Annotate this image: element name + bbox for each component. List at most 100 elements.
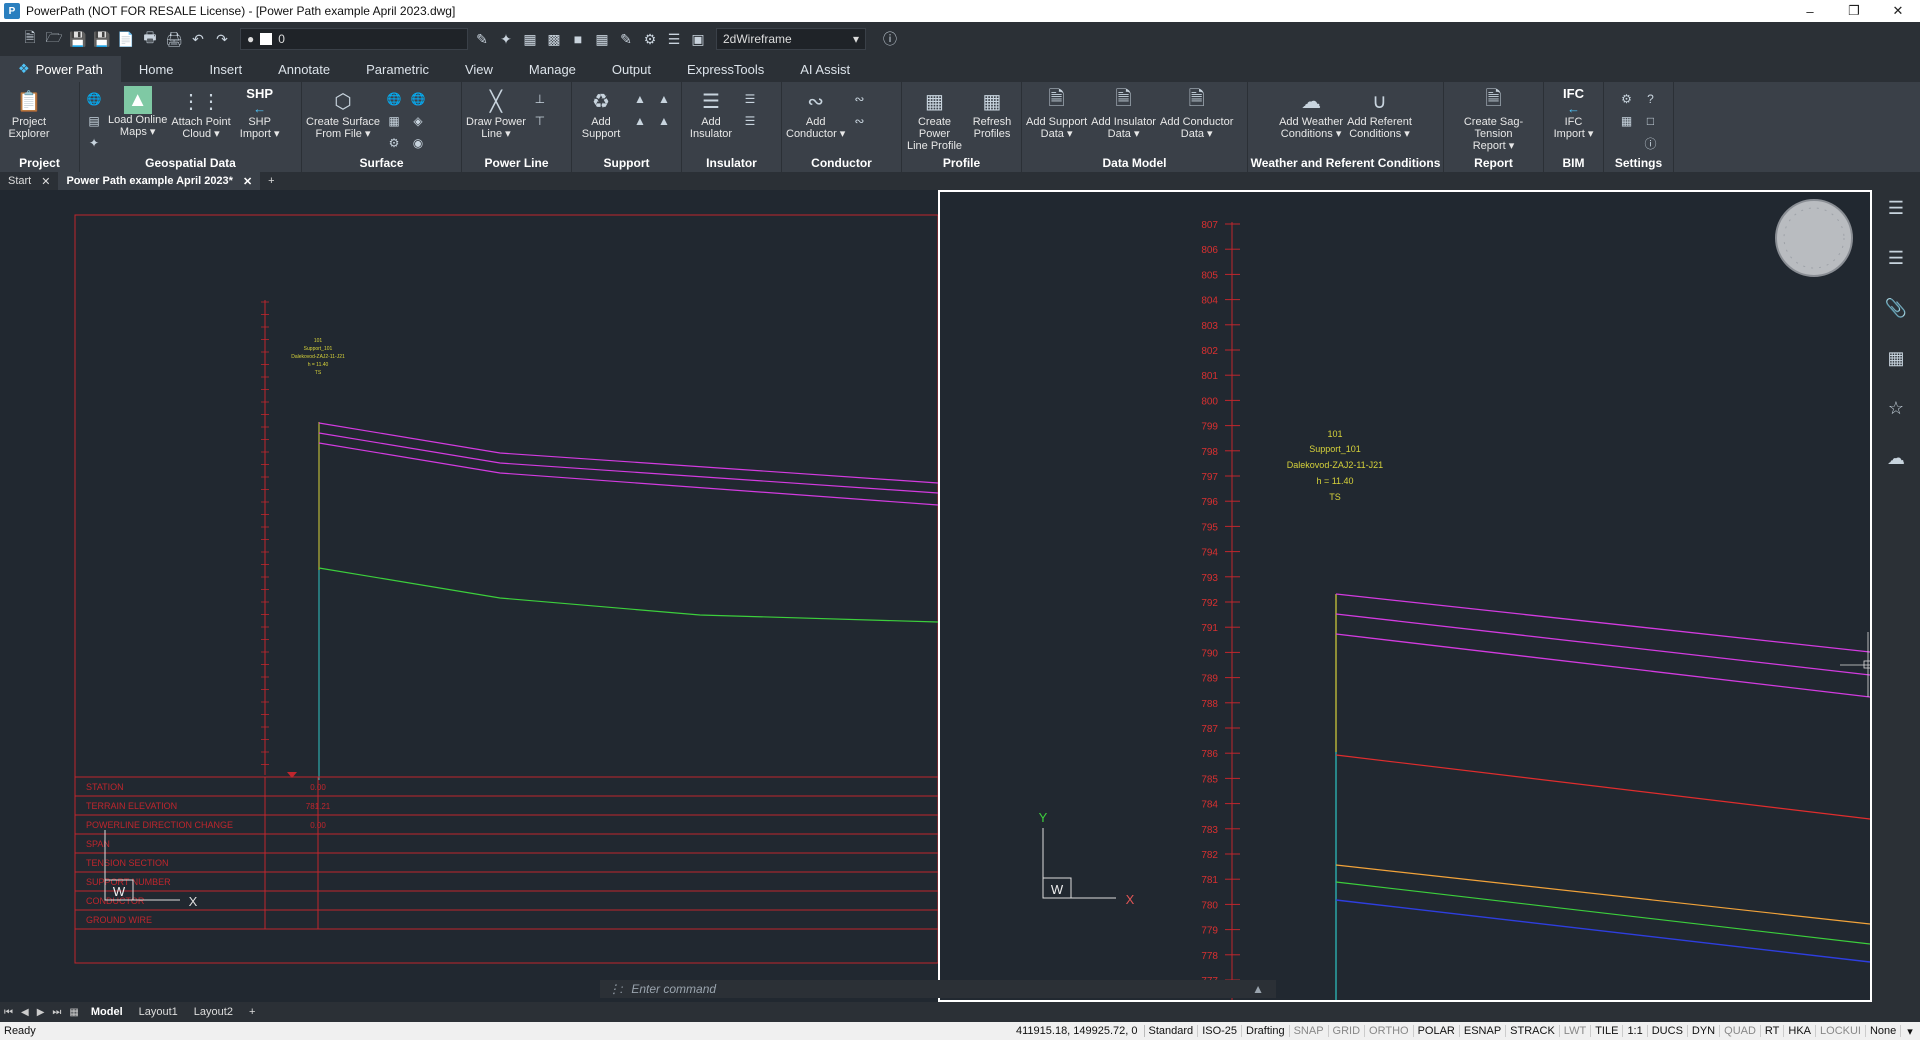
tab-drawing[interactable]: Power Path example April 2023* ✕ <box>58 172 261 190</box>
support-tool2-icon[interactable]: ▲ <box>630 112 650 130</box>
tab-parametric[interactable]: Parametric <box>348 56 447 82</box>
ifc-import-button[interactable]: IFC ← IFC Import ▾ <box>1549 86 1599 140</box>
status-toggle-lockui[interactable]: LOCKUI <box>1816 1025 1866 1037</box>
tab-layout1[interactable]: Layout1 <box>135 1006 182 1018</box>
surface-edit-icon[interactable]: ⚙ <box>384 134 404 152</box>
add-insulator-button[interactable]: ☰ Add Insulator <box>686 86 736 141</box>
publish-icon[interactable]: 🖶 <box>140 29 160 49</box>
globe-icon[interactable]: 🌐 <box>84 90 104 108</box>
close-icon[interactable]: ✕ <box>41 175 50 188</box>
help-circle-icon[interactable]: ? <box>1641 90 1661 108</box>
tab-layout2[interactable]: Layout2 <box>190 1006 237 1018</box>
add-weather-conditions-button[interactable]: ☁ Add Weather Conditions ▾ <box>1279 86 1343 141</box>
tab-manage[interactable]: Manage <box>511 56 594 82</box>
first-layout-icon[interactable]: ⏮ <box>4 1007 13 1018</box>
status-toggle-dyn[interactable]: DYN <box>1688 1025 1721 1037</box>
add-conductor-button[interactable]: ∾ Add Conductor ▾ <box>786 86 845 141</box>
load-online-maps-button[interactable]: ▲ Load Online Maps ▾ <box>108 86 167 138</box>
create-surface-from-file-button[interactable]: ⬡ Create Surface From File ▾ <box>306 86 380 141</box>
layer-isolate-icon[interactable]: ■ <box>568 29 588 49</box>
tab-home[interactable]: Home <box>121 56 192 82</box>
last-layout-icon[interactable]: ⏭ <box>52 1007 61 1018</box>
add-referent-conditions-button[interactable]: ∪ Add Referent Conditions ▾ <box>1347 86 1412 141</box>
support-tool4-icon[interactable]: ▲ <box>654 112 674 130</box>
add-conductor-data-button[interactable]: 🗎 Add Conductor Data ▾ <box>1160 86 1233 140</box>
status-toggle-tile[interactable]: TILE <box>1591 1025 1624 1037</box>
help-icon[interactable]: ⓘ <box>880 29 900 49</box>
status-toggle-rt[interactable]: RT <box>1761 1025 1785 1037</box>
shp-import-button[interactable]: SHP ← SHP Import ▾ <box>235 86 285 140</box>
settings-gear-icon[interactable]: ⚙ <box>640 29 660 49</box>
match-properties-icon[interactable]: ✎ <box>472 29 492 49</box>
attach-point-cloud-button[interactable]: ⋮⋮ Attach Point Cloud ▾ <box>171 86 230 141</box>
layers-icon[interactable]: ☰ <box>1882 244 1910 272</box>
status-toggle-ortho[interactable]: ORTHO <box>1365 1025 1414 1037</box>
settings-icon[interactable]: ⚙ <box>1617 90 1637 108</box>
status-toggle-none[interactable]: None <box>1866 1025 1902 1037</box>
command-input[interactable]: Enter command <box>631 982 716 996</box>
save-icon[interactable]: 💾 <box>68 29 88 49</box>
create-power-line-profile-button[interactable]: ▦ Create Power Line Profile <box>906 86 963 153</box>
refresh-profiles-button[interactable]: ▦ Refresh Profiles <box>967 86 1017 141</box>
project-explorer-button[interactable]: 📋 Project Explorer <box>4 86 54 141</box>
draw-power-line-button[interactable]: ╳ Draw Power Line ▾ <box>466 86 526 141</box>
print-preview-icon[interactable]: 📄 <box>116 29 136 49</box>
tab-view[interactable]: View <box>447 56 511 82</box>
support-tool3-icon[interactable]: ▲ <box>654 90 674 108</box>
cloud-icon[interactable]: ☁ <box>1882 444 1910 472</box>
insulator-tool-icon[interactable]: ☰ <box>740 90 760 108</box>
open-file-icon[interactable]: 🗁 <box>44 29 64 49</box>
settings-doc-icon[interactable]: ▦ <box>1617 112 1637 130</box>
layout-grid-icon[interactable]: ▦ <box>69 1007 78 1018</box>
list-icon[interactable]: ☰ <box>664 29 684 49</box>
prev-layout-icon[interactable]: ◀ <box>21 1007 29 1018</box>
undo-icon[interactable]: ↶ <box>188 29 208 49</box>
line-tool2-icon[interactable]: ⊤ <box>530 112 550 130</box>
properties-sliders-icon[interactable]: ☰ <box>1882 194 1910 222</box>
pick-icon[interactable]: ✦ <box>496 29 516 49</box>
left-viewport[interactable]: 101 Support_101 Dalekovod-ZAJ2-11-J21 h … <box>0 190 939 1002</box>
plot-icon[interactable]: 🖨 <box>164 29 184 49</box>
sheet-icon[interactable]: ✎ <box>616 29 636 49</box>
status-toggle-lwt[interactable]: LWT <box>1560 1025 1592 1037</box>
add-layout-button[interactable]: + <box>245 1006 259 1018</box>
quick-select-icon[interactable]: ▩ <box>544 29 564 49</box>
tab-insert[interactable]: Insert <box>192 56 261 82</box>
status-toggle-quad[interactable]: QUAD <box>1720 1025 1761 1037</box>
status-toggle-esnap[interactable]: ESNAP <box>1460 1025 1507 1037</box>
image-icon[interactable]: ▣ <box>688 29 708 49</box>
tab-annotate[interactable]: Annotate <box>260 56 348 82</box>
status-menu-icon[interactable]: ▾ <box>1901 1025 1919 1038</box>
status-toggle-ducs[interactable]: DUCS <box>1648 1025 1688 1037</box>
add-insulator-data-button[interactable]: 🗎 Add Insulator Data ▾ <box>1091 86 1156 140</box>
status-toggle-standard[interactable]: Standard <box>1145 1025 1199 1037</box>
status-toggle-snap[interactable]: SNAP <box>1290 1025 1329 1037</box>
select-similar-icon[interactable]: ▦ <box>520 29 540 49</box>
add-support-data-button[interactable]: 🗎 Add Support Data ▾ <box>1026 86 1087 140</box>
redo-icon[interactable]: ↷ <box>212 29 232 49</box>
status-toggle-grid[interactable]: GRID <box>1329 1025 1366 1037</box>
chat-icon[interactable]: □ <box>1641 112 1661 130</box>
right-viewport[interactable]: 807 806 805 804 803 802 801 800 799 798 797 796 795 7… <box>938 190 1872 1002</box>
map-image-icon[interactable]: ▤ <box>84 112 104 130</box>
info-icon[interactable]: ⓘ <box>1641 134 1661 152</box>
command-history-toggle-icon[interactable]: ▲ <box>1252 982 1264 996</box>
insulator-tool2-icon[interactable]: ☰ <box>740 112 760 130</box>
conductor-tool-icon[interactable]: ∾ <box>849 90 869 108</box>
conductor-tool2-icon[interactable]: ∾ <box>849 112 869 130</box>
status-toggle-strack[interactable]: STRACK <box>1506 1025 1560 1037</box>
tab-output[interactable]: Output <box>594 56 669 82</box>
attach-paperclip-icon[interactable]: 📎 <box>1882 294 1910 322</box>
tab-model[interactable]: Model <box>87 1006 127 1018</box>
status-toggle-polar[interactable]: POLAR <box>1414 1025 1460 1037</box>
tab-power-path[interactable]: ❖ Power Path <box>0 56 121 82</box>
next-layout-icon[interactable]: ▶ <box>37 1007 45 1018</box>
status-toggle-hka[interactable]: HKA <box>1784 1025 1817 1037</box>
save-as-icon[interactable]: 💾 <box>92 29 112 49</box>
table-icon[interactable]: ▦ <box>592 29 612 49</box>
surface-globe-icon[interactable]: 🌐 <box>384 90 404 108</box>
xml-icon[interactable]: ▦ <box>384 112 404 130</box>
favorites-star-icon[interactable]: ☆ <box>1882 394 1910 422</box>
restore-button[interactable]: ❐ <box>1832 0 1876 22</box>
status-toggle-11[interactable]: 1:1 <box>1623 1025 1648 1037</box>
